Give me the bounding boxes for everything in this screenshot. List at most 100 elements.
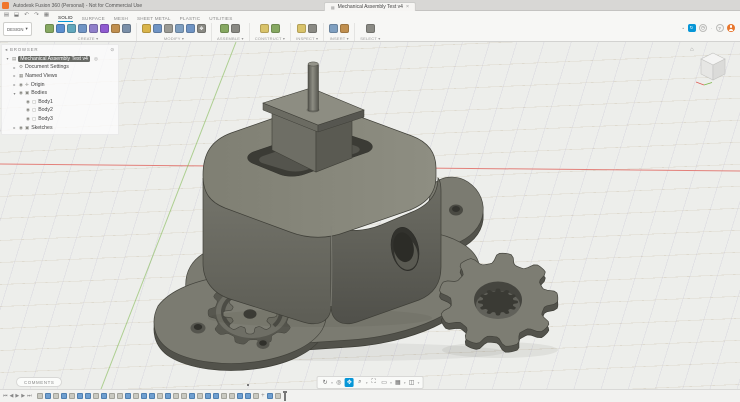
redo-icon[interactable]: ↷: [33, 12, 40, 18]
timeline-feature-item[interactable]: [229, 393, 236, 400]
timeline-feature-item[interactable]: [197, 393, 204, 400]
panel-menu-icon[interactable]: ⊙: [110, 47, 115, 53]
expand-arrow-icon[interactable]: ▸: [12, 73, 17, 78]
timeline-feature-item[interactable]: [253, 393, 260, 400]
timeline-zoom-handle[interactable]: [247, 384, 249, 386]
timeline-feature-item[interactable]: [133, 393, 140, 400]
timeline-sketch-item[interactable]: [189, 393, 196, 400]
timeline-add-icon[interactable]: +: [261, 393, 265, 399]
revolve-icon[interactable]: [67, 24, 76, 33]
node-badge-icon[interactable]: ◎: [94, 56, 98, 62]
chevron-down-icon[interactable]: ▾: [331, 381, 333, 385]
step-forward-button[interactable]: ▶: [21, 393, 25, 399]
browser-item-body1[interactable]: ◉▢Body1: [2, 97, 118, 106]
timeline-sketch-item[interactable]: [45, 393, 52, 400]
timeline-position-marker[interactable]: [284, 392, 286, 401]
timeline-feature-item[interactable]: [109, 393, 116, 400]
expand-arrow-icon[interactable]: ▾: [5, 56, 10, 61]
chevron-down-icon[interactable]: ▾: [366, 381, 368, 385]
split-body-icon[interactable]: [186, 24, 195, 33]
timeline-sketch-item[interactable]: [141, 393, 148, 400]
timeline-sketch-item[interactable]: [205, 393, 212, 400]
axis-icon[interactable]: [271, 24, 280, 33]
timeline-feature-item[interactable]: [37, 393, 44, 400]
tab-mesh[interactable]: MESH: [114, 16, 128, 21]
tab-utilities[interactable]: UTILITIES: [209, 16, 232, 21]
timeline-sketch-item[interactable]: [149, 393, 156, 400]
show-data-panel-icon[interactable]: ▦: [43, 12, 50, 18]
timeline-sketch-item[interactable]: [77, 393, 84, 400]
timeline-feature-item[interactable]: [53, 393, 60, 400]
sweep-icon[interactable]: [89, 24, 98, 33]
assemble-group-label[interactable]: ASSEMBLE ▾: [217, 36, 244, 41]
collapse-panel-icon[interactable]: ◂: [5, 47, 8, 53]
workspace-selector[interactable]: DESIGN ▾: [3, 22, 32, 36]
presence-dot-icon[interactable]: •: [682, 24, 684, 32]
hole-icon[interactable]: [122, 24, 131, 33]
orbit-icon[interactable]: ↻: [321, 378, 330, 387]
timeline-feature-item[interactable]: [275, 393, 282, 400]
loft-icon[interactable]: [78, 24, 87, 33]
expand-arrow-icon[interactable]: ▾: [12, 91, 17, 96]
close-tab-icon[interactable]: ×: [406, 4, 409, 10]
timeline-sketch-item[interactable]: [237, 393, 244, 400]
tab-surface[interactable]: SURFACE: [82, 16, 105, 21]
tab-sheet-metal[interactable]: SHEET METAL: [137, 16, 171, 21]
inspect-group-label[interactable]: INSPECT ▾: [296, 36, 318, 41]
browser-item-mechanical-assembly-test-v4[interactable]: ▾▤Mechanical Assembly Test v4◎: [2, 55, 118, 64]
timeline-sketch-item[interactable]: [213, 393, 220, 400]
look-at-icon[interactable]: ◎: [334, 378, 343, 387]
timeline-feature-item[interactable]: [117, 393, 124, 400]
notifications-icon[interactable]: ◷: [699, 24, 707, 32]
viewports-icon[interactable]: ◫: [407, 378, 416, 387]
timeline-sketch-item[interactable]: [61, 393, 68, 400]
create-group-label[interactable]: CREATE ▾: [78, 36, 99, 41]
step-back-button[interactable]: ◀: [10, 393, 14, 399]
section-analysis-icon[interactable]: [308, 24, 317, 33]
chevron-down-icon[interactable]: ▾: [404, 381, 406, 385]
zoom-icon[interactable]: ⌕: [355, 378, 364, 387]
display-settings-icon[interactable]: ▭: [380, 378, 389, 387]
help-icon[interactable]: ?: [716, 24, 724, 32]
tab-solid[interactable]: SOLID: [58, 15, 73, 22]
primitive-box-icon[interactable]: [111, 24, 120, 33]
timeline-sketch-item[interactable]: [125, 393, 132, 400]
new-component-icon[interactable]: [220, 24, 229, 33]
browser-item-bodies[interactable]: ▾◉▣Bodies: [2, 89, 118, 98]
timeline-sketch-item[interactable]: [101, 393, 108, 400]
fillet-icon[interactable]: [153, 24, 162, 33]
combine-icon[interactable]: [175, 24, 184, 33]
create-sketch-icon[interactable]: [45, 24, 54, 33]
chevron-down-icon[interactable]: ▾: [418, 381, 420, 385]
browser-item-document-settings[interactable]: ▸⚙Document Settings: [2, 63, 118, 72]
comments-bar[interactable]: COMMENTS: [16, 377, 62, 387]
home-view-icon[interactable]: ⌂: [690, 47, 694, 53]
browser-item-body2[interactable]: ◉▢Body2: [2, 106, 118, 115]
modify-group-label[interactable]: MODIFY ▾: [164, 36, 184, 41]
browser-item-named-views[interactable]: ▸▦Named Views: [2, 72, 118, 81]
timeline-feature-item[interactable]: [69, 393, 76, 400]
create-form-icon[interactable]: [100, 24, 109, 33]
joint-icon[interactable]: [231, 24, 240, 33]
decal-icon[interactable]: [340, 24, 349, 33]
select-icon[interactable]: [366, 24, 375, 33]
timeline-sketch-item[interactable]: [245, 393, 252, 400]
insert-group-label[interactable]: INSERT ▾: [330, 36, 349, 41]
expand-arrow-icon[interactable]: ▸: [12, 125, 17, 130]
timeline-feature-item[interactable]: [181, 393, 188, 400]
timeline-feature-item[interactable]: [157, 393, 164, 400]
measure-icon[interactable]: [297, 24, 306, 33]
timeline-sketch-item[interactable]: [267, 393, 274, 400]
shell-icon[interactable]: [164, 24, 173, 33]
construct-group-label[interactable]: CONSTRUCT ▾: [255, 36, 285, 41]
browser-item-sketches[interactable]: ▸◉▣Sketches: [2, 123, 118, 132]
pan-icon[interactable]: ✥: [345, 378, 354, 387]
grid-and-snaps-icon[interactable]: ▦: [393, 378, 402, 387]
view-cube-graphic[interactable]: [690, 46, 736, 92]
chevron-down-icon[interactable]: ▾: [390, 381, 392, 385]
timeline-feature-item[interactable]: [173, 393, 180, 400]
browser-item-body3[interactable]: ◉▢Body3: [2, 115, 118, 124]
user-avatar[interactable]: [727, 24, 735, 32]
save-icon[interactable]: ⬓: [13, 12, 20, 18]
separator-dot-icon[interactable]: ·: [711, 24, 713, 32]
